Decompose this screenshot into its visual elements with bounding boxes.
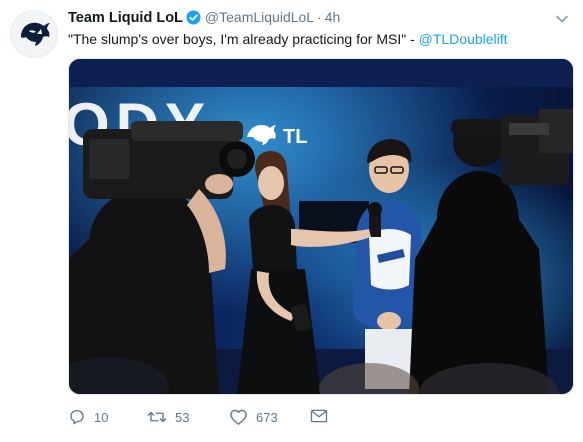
like-count: 673 [256,409,278,425]
tweet-actions: 10 53 673 [68,408,368,430]
reply-button[interactable]: 10 [68,408,108,426]
like-button[interactable]: 673 [229,408,278,426]
reply-count: 10 [94,409,109,425]
timestamp[interactable]: 4h [325,9,341,25]
retweet-count: 53 [175,409,190,425]
tweet-quote: "The slump's over boys, I'm already prac… [68,31,419,47]
retweet-button[interactable]: 53 [147,408,189,426]
direct-message-button[interactable] [310,408,328,424]
reply-icon [70,409,84,425]
avatar[interactable] [10,10,58,58]
tweet: Team Liquid LoL @TeamLiquidLoL · 4h "The sl… [0,0,583,442]
handle[interactable]: @TeamLiquidLoL [205,9,314,25]
tweet-photo[interactable]: ODY TL [68,58,574,395]
direct-message-icon [310,409,328,423]
retweet-icon [147,411,167,423]
chevron-down-icon[interactable] [555,12,569,26]
mention-link[interactable]: @TLDoublelift [419,31,508,47]
team-liquid-logo-icon [21,22,50,46]
verified-badge-icon [186,10,201,29]
display-name[interactable]: Team Liquid LoL [68,10,183,26]
tweet-text: "The slump's over boys, I'm already prac… [68,30,508,48]
separator-dot: · [317,9,322,25]
tweet-header: Team Liquid LoL @TeamLiquidLoL · 4h [68,8,340,29]
photo-scene: ODY TL [69,59,573,394]
stage-logo-text: TL [283,126,307,148]
like-icon [230,409,247,425]
